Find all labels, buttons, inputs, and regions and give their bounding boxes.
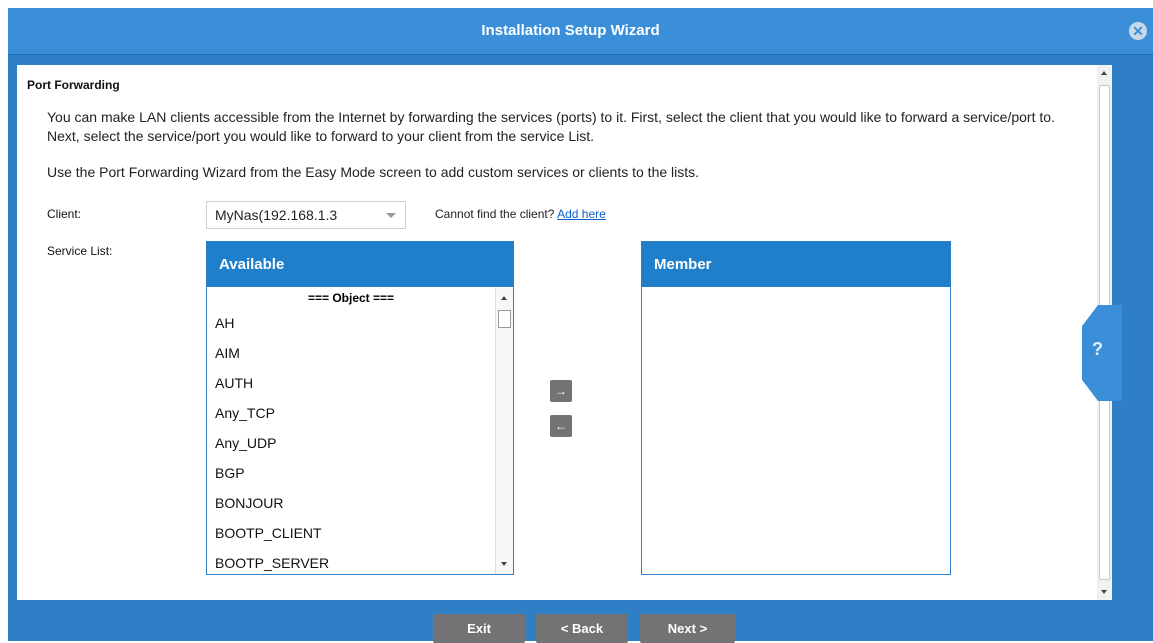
list-item[interactable]: BONJOUR: [207, 488, 495, 518]
window-title: Installation Setup Wizard: [481, 22, 660, 39]
available-list: Available === Object === AH AIM AUTH Any…: [206, 241, 514, 575]
add-to-member-button[interactable]: →: [550, 380, 572, 402]
chevron-down-icon: [386, 213, 396, 218]
exit-button[interactable]: Exit: [433, 614, 525, 643]
list-item[interactable]: BOOTP_CLIENT: [207, 518, 495, 548]
list-item[interactable]: BGP: [207, 458, 495, 488]
available-header: Available: [207, 242, 513, 287]
next-button[interactable]: Next >: [640, 614, 735, 643]
help-icon[interactable]: ?: [1092, 339, 1103, 360]
list-item[interactable]: Any_UDP: [207, 428, 495, 458]
scroll-down-icon[interactable]: [501, 562, 507, 566]
scroll-down-icon[interactable]: [1101, 590, 1107, 594]
available-items[interactable]: === Object === AH AIM AUTH Any_TCP Any_U…: [207, 288, 495, 574]
back-button[interactable]: < Back: [536, 614, 628, 643]
scrollbar-thumb[interactable]: [498, 310, 511, 328]
service-list-label: Service List:: [47, 244, 113, 258]
member-header: Member: [642, 242, 950, 287]
client-label: Client:: [47, 207, 82, 221]
cannot-find-text: Cannot find the client? Add here: [435, 207, 606, 221]
client-select[interactable]: MyNas(192.168.1.3: [206, 201, 406, 229]
content-panel: Port Forwarding You can make LAN clients…: [17, 65, 1097, 600]
list-item[interactable]: AUTH: [207, 368, 495, 398]
member-list[interactable]: Member: [641, 241, 951, 575]
list-item[interactable]: BOOTP_SERVER: [207, 548, 495, 574]
close-icon[interactable]: ✕: [1129, 22, 1147, 40]
scroll-up-icon[interactable]: [1101, 71, 1107, 75]
description-text: You can make LAN clients accessible from…: [47, 109, 1055, 144]
cannot-find-label: Cannot find the client?: [435, 207, 555, 221]
list-item[interactable]: Any_TCP: [207, 398, 495, 428]
scroll-up-icon[interactable]: [501, 296, 507, 300]
object-group-header: === Object ===: [307, 291, 395, 305]
remove-from-member-button[interactable]: ←: [550, 415, 572, 437]
list-item[interactable]: AIM: [207, 338, 495, 368]
client-select-value: MyNas(192.168.1.3: [215, 207, 338, 223]
list-item[interactable]: AH: [207, 308, 495, 338]
title-bar: Installation Setup Wizard ✕: [8, 8, 1153, 55]
available-scrollbar[interactable]: [495, 288, 513, 574]
add-here-link[interactable]: Add here: [557, 207, 606, 221]
note-text: Use the Port Forwarding Wizard from the …: [47, 164, 700, 180]
section-title: Port Forwarding: [27, 78, 120, 92]
top-strip: [0, 0, 1153, 8]
wizard-dialog: Installation Setup Wizard ✕ Port Forward…: [8, 8, 1153, 643]
